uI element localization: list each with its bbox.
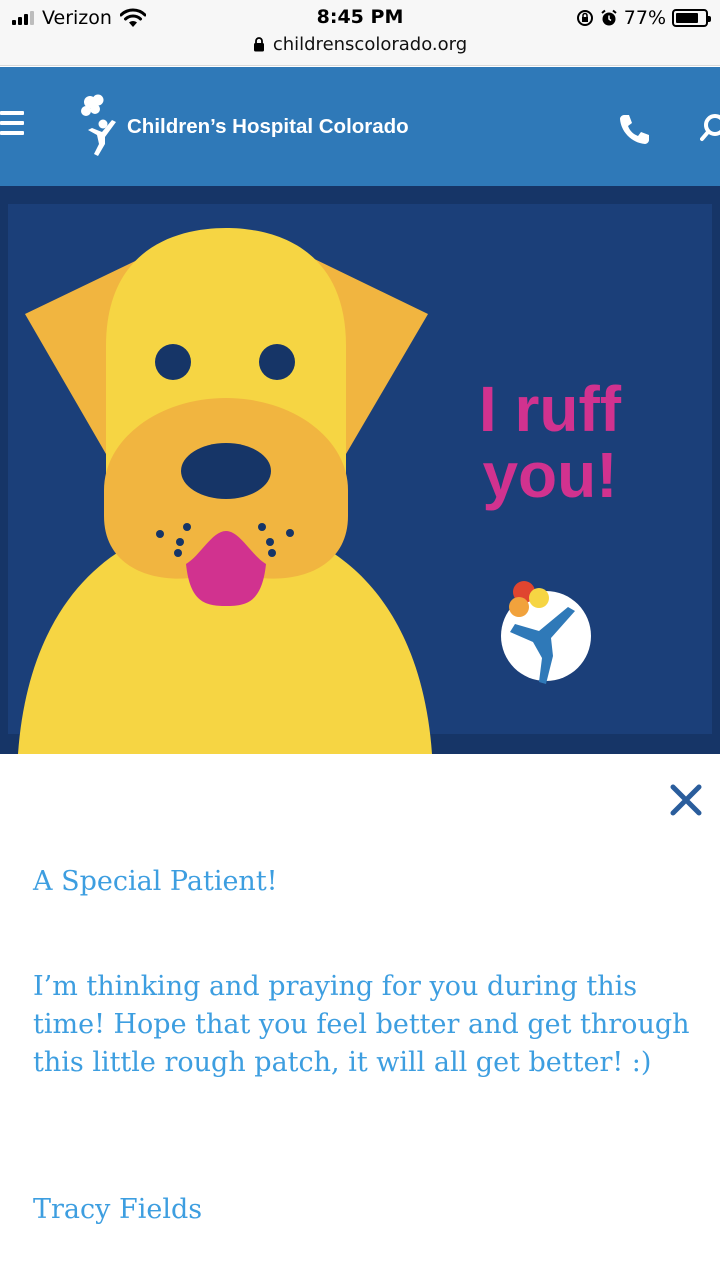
- url-text: childrenscolorado.org: [272, 34, 468, 55]
- logo-icon[interactable]: [78, 92, 122, 158]
- card-greeting: I ruff you!: [440, 376, 660, 508]
- phone-icon[interactable]: [616, 111, 652, 147]
- message-body: I’m thinking and praying for you during …: [33, 971, 690, 1078]
- address-bar[interactable]: childrenscolorado.org: [0, 34, 720, 55]
- site-header: Children’s Hospital Colorado: [0, 67, 720, 186]
- battery-fill: [676, 13, 698, 23]
- status-bar: Verizon 8:45 PM 77% childrenscolorado.or…: [0, 0, 720, 66]
- lock-icon: [253, 37, 264, 52]
- ecard-image: I ruff you!: [0, 186, 720, 754]
- message-signature: Tracy Fields: [33, 1194, 203, 1225]
- message-title: A Special Patient!: [33, 866, 278, 897]
- battery-percent: 77%: [623, 7, 666, 29]
- search-icon[interactable]: [700, 113, 720, 143]
- greeting-line-2: you!: [482, 439, 618, 511]
- brand-name[interactable]: Children’s Hospital Colorado: [127, 115, 409, 139]
- message-panel: A Special Patient! I’m thinking and pray…: [0, 754, 720, 1280]
- battery-icon: [672, 9, 711, 27]
- menu-icon[interactable]: [0, 111, 24, 141]
- status-right: 77%: [576, 6, 711, 30]
- close-icon[interactable]: [668, 782, 704, 818]
- rotation-lock-icon: [576, 10, 593, 26]
- alarm-icon: [601, 9, 617, 26]
- greeting-line-1: I ruff: [478, 373, 622, 445]
